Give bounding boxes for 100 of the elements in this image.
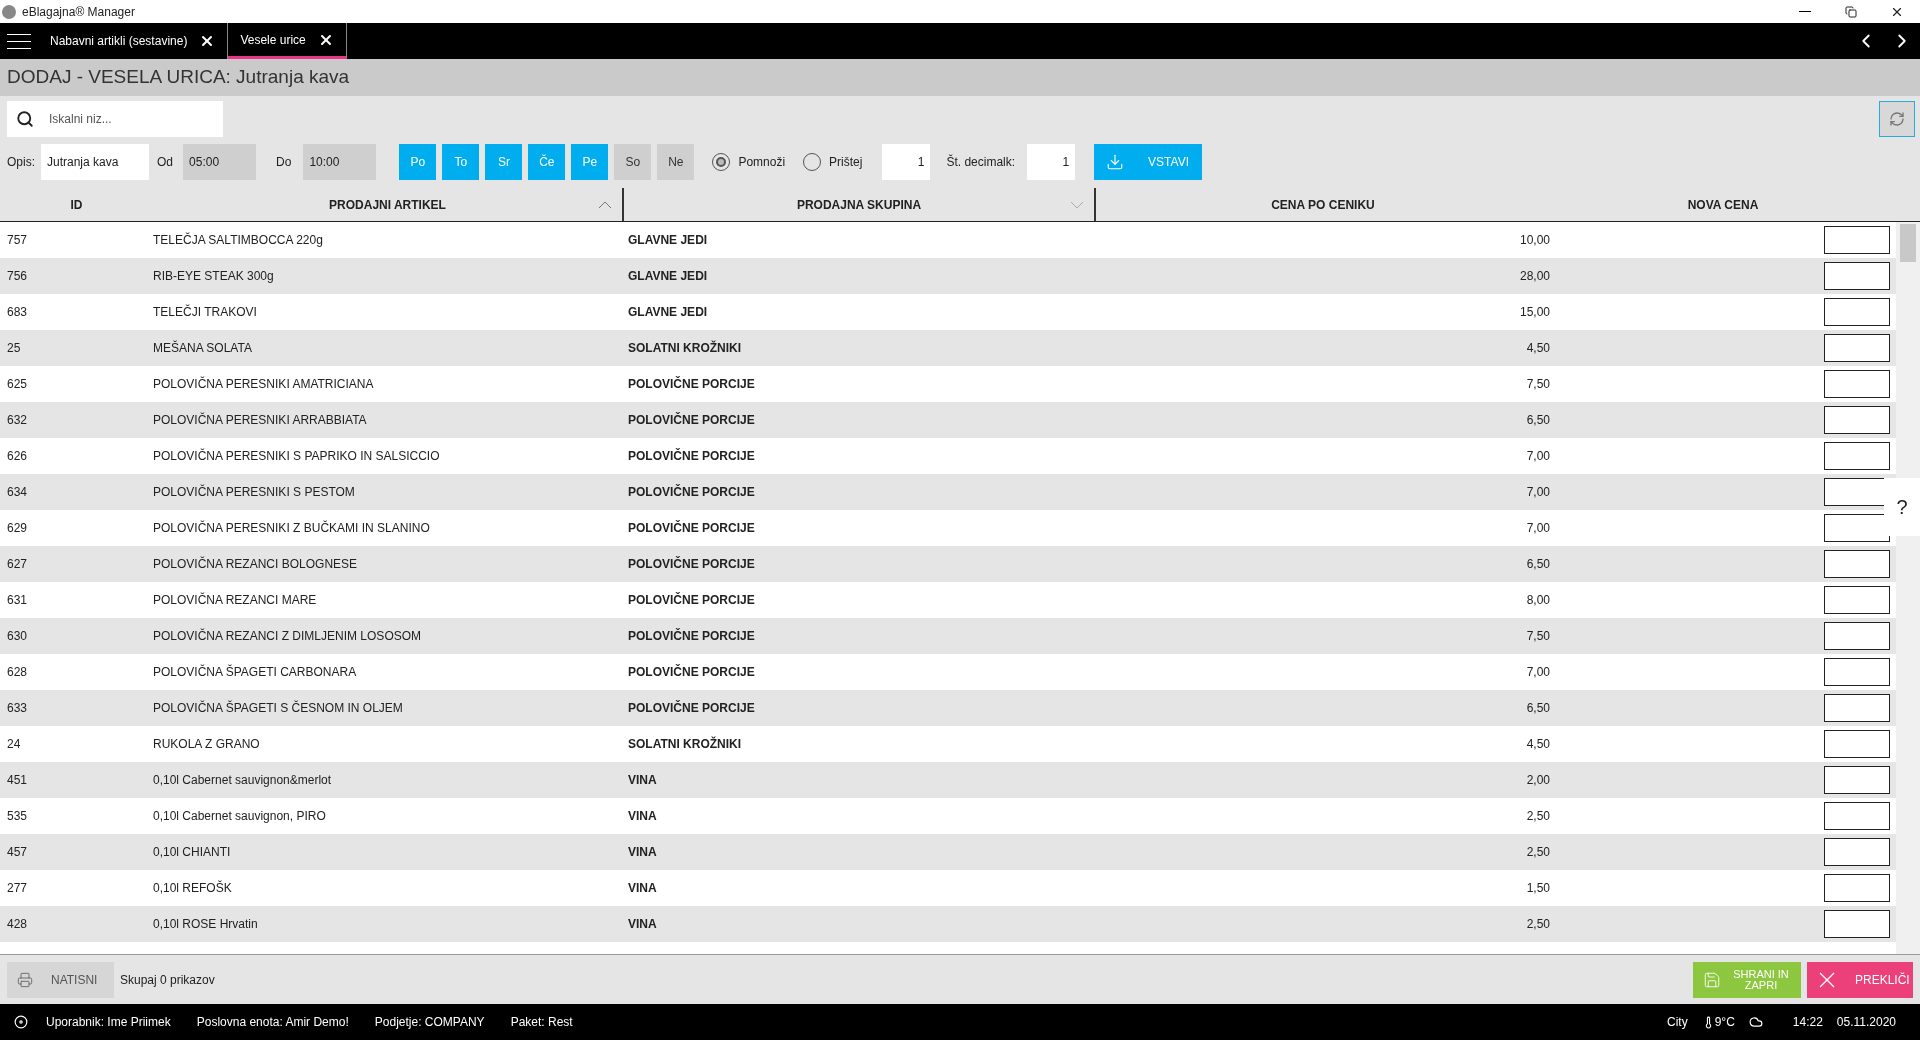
new-price-field[interactable] [1824, 622, 1890, 650]
id-cell: 629 [7, 521, 28, 535]
id-cell: 757 [7, 233, 28, 247]
new-price-field[interactable] [1824, 262, 1890, 290]
id-cell: 277 [7, 881, 28, 895]
column-header[interactable]: CENA PO CENIKU [1271, 195, 1375, 214]
article-cell: MEŠANA SOLATA [153, 341, 252, 355]
print-button[interactable]: NATISNI [7, 961, 114, 998]
id-cell: 631 [7, 593, 28, 607]
weekday-toggle[interactable]: So [614, 144, 652, 180]
sort-icon [1070, 200, 1084, 209]
description-field[interactable]: Jutranja kava [41, 144, 149, 180]
table-row[interactable]: 428 0,10l ROSE Hrvatin VINA 2,50 [0, 906, 1896, 942]
table-row[interactable]: 630 POLOVIČNA REZANCI Z DIMLJENIM LOSOSOM POLOVIČNE PORCIJE 7,50 [0, 618, 1896, 654]
price-cell: 7,50 [1526, 629, 1550, 643]
price-cell: 8,00 [1526, 593, 1550, 607]
price-cell: 2,00 [1526, 773, 1550, 787]
weekday-toggle[interactable]: Ne [657, 144, 695, 180]
new-price-field[interactable] [1824, 586, 1890, 614]
refresh-button[interactable] [1879, 101, 1915, 137]
group-cell: VINA [628, 881, 657, 895]
restore-icon [1845, 5, 1857, 18]
table-row[interactable]: 756 RIB-EYE STEAK 300g GLAVNE JEDI 28,00 [0, 258, 1896, 294]
group-cell: VINA [628, 809, 657, 823]
price-cell: 6,50 [1526, 557, 1550, 571]
article-cell: 0,10l Cabernet sauvignon&merlot [153, 773, 332, 787]
factor-field[interactable]: 1 [882, 144, 931, 180]
id-cell: 451 [7, 773, 28, 787]
to-label: Do [276, 154, 292, 171]
id-cell: 634 [7, 485, 28, 499]
article-cell: TELEČJA SALTIMBOCCA 220g [153, 233, 323, 247]
table-row[interactable]: 457 0,10l CHIANTI VINA 2,50 [0, 834, 1896, 870]
date-text: 05.11.2020 [1836, 1014, 1896, 1031]
article-cell: TELEČJI TRAKOVI [153, 305, 257, 319]
column-header[interactable]: ID [70, 195, 83, 214]
id-cell: 457 [7, 845, 28, 859]
status-text: Uporabnik: Ime Priimek [46, 1014, 171, 1031]
id-cell: 24 [7, 737, 21, 751]
new-price-field[interactable] [1824, 298, 1890, 326]
new-price-field[interactable] [1824, 442, 1890, 470]
new-price-field[interactable] [1824, 910, 1890, 938]
id-cell: 627 [7, 557, 28, 571]
group-cell: POLOVIČNE PORCIJE [628, 449, 755, 463]
article-cell: POLOVIČNA REZANCI Z DIMLJENIM LOSOSOM [153, 629, 422, 643]
price-cell: 7,50 [1526, 377, 1550, 391]
radio-label: Pomnoži [738, 154, 786, 171]
from-time-field[interactable]: 05:00 [183, 144, 257, 180]
price-cell: 6,50 [1526, 701, 1550, 715]
article-cell: 0,10l CHIANTI [153, 845, 231, 859]
new-price-field[interactable] [1824, 334, 1890, 362]
article-cell: POLOVIČNA PERESNIKI S PAPRIKO IN SALSICCIO [153, 449, 440, 463]
new-price-field[interactable] [1824, 766, 1890, 794]
new-price-field[interactable] [1824, 874, 1890, 902]
column-header[interactable]: PRODAJNA SKUPINA [796, 195, 922, 214]
group-cell: SOLATNI KROŽNIKI [628, 737, 742, 751]
cancel-button[interactable]: PREKLIČI [1807, 961, 1913, 998]
group-cell: GLAVNE JEDI [628, 269, 708, 283]
help-tooltip[interactable]: ? [1884, 478, 1920, 536]
article-cell: POLOVIČNA ŠPAGETI CARBONARA [153, 665, 357, 679]
new-price-field[interactable] [1824, 838, 1890, 866]
table-row[interactable]: 627 POLOVIČNA REZANCI BOLOGNESE POLOVIČNE PORCIJE 6,50 [0, 546, 1896, 582]
decimals-field[interactable]: 1 [1027, 144, 1076, 180]
scrollbar[interactable] [1896, 222, 1920, 954]
id-cell: 625 [7, 377, 28, 391]
new-price-field[interactable] [1824, 730, 1890, 758]
new-price-field[interactable] [1824, 406, 1890, 434]
price-cell: 2,50 [1526, 845, 1550, 859]
new-price-field[interactable] [1824, 226, 1890, 254]
table-row[interactable]: 632 POLOVIČNA PERESNIKI ARRABBIATA POLOVIČNE PORCIJE 6,50 [0, 402, 1896, 438]
column-header[interactable]: NOVA CENA [1687, 195, 1759, 214]
article-cell: POLOVIČNA PERESNIKI ARRABBIATA [153, 413, 367, 427]
new-price-field[interactable] [1824, 550, 1890, 578]
new-price-field[interactable] [1824, 370, 1890, 398]
article-cell: RUKOLA Z GRANO [153, 737, 260, 751]
id-cell: 535 [7, 809, 28, 823]
search-field[interactable]: Iskalni niz... [7, 101, 223, 137]
table-row[interactable]: 451 0,10l Cabernet sauvignon&merlot VINA 2,00 [0, 762, 1896, 798]
price-cell: 4,50 [1526, 341, 1550, 355]
price-cell: 2,50 [1526, 809, 1550, 823]
new-price-field[interactable] [1824, 694, 1890, 722]
window-title: eBlagajna® Manager [22, 3, 135, 21]
table-row[interactable]: 25 MEŠANA SOLATA SOLATNI KROŽNIKI 4,50 [0, 330, 1896, 366]
column-header[interactable]: PRODAJNI ARTIKEL [329, 195, 446, 214]
new-price-field[interactable] [1824, 514, 1890, 542]
new-price-field[interactable] [1824, 802, 1890, 830]
price-cell: 7,00 [1526, 485, 1550, 499]
article-cell: POLOVIČNA PERESNIKI AMATRICIANA [153, 377, 374, 391]
price-cell: 2,50 [1526, 917, 1550, 931]
group-cell: GLAVNE JEDI [628, 305, 708, 319]
description-label: Opis: [7, 154, 35, 171]
group-cell: SOLATNI KROŽNIKI [628, 341, 742, 355]
status-text: Poslovna enota: Amir Demo! [196, 1014, 349, 1031]
table-row[interactable]: 634 POLOVIČNA PERESNIKI S PESTOM POLOVIČNE PORCIJE 7,00 [0, 474, 1896, 510]
table-row[interactable]: 633 POLOVIČNA ŠPAGETI S ČESNOM IN OLJEM POLOVIČNE PORCIJE 6,50 [0, 690, 1896, 726]
new-price-field[interactable] [1824, 658, 1890, 686]
to-time-field[interactable]: 10:00 [303, 144, 377, 180]
group-cell: GLAVNE JEDI [628, 233, 708, 247]
id-cell: 756 [7, 269, 28, 283]
minimize-icon [1799, 10, 1811, 13]
refresh-icon [1889, 111, 1905, 127]
